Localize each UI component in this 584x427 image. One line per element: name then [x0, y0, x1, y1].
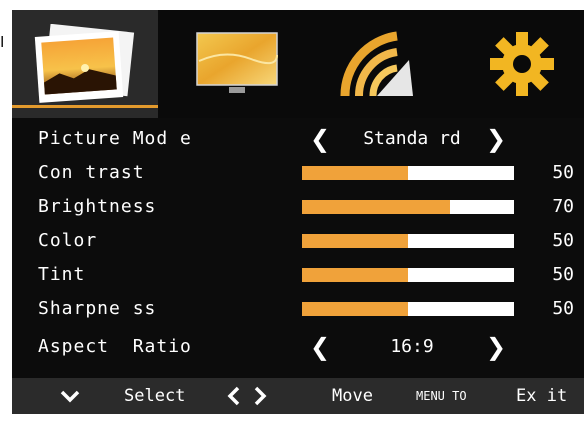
- brightness-slider-fill: [302, 200, 451, 214]
- chevron-left-right-icon: [224, 378, 270, 414]
- audio-signal-icon: [340, 31, 413, 97]
- footer-exit-label: Ex it: [516, 386, 568, 406]
- sharpness-label: Sharpne ss: [38, 298, 157, 319]
- osd-menu: Picture Mod e ❮ Standa rd ❯ Con trast 50…: [12, 10, 584, 414]
- contrast-slider-fill: [302, 166, 408, 180]
- contrast-label: Con trast: [38, 162, 145, 183]
- category-icon-bar: [12, 10, 584, 118]
- picture-mode-value: Standa rd: [363, 128, 461, 149]
- tab-screen[interactable]: [172, 10, 302, 118]
- chevron-right-icon[interactable]: ❯: [486, 122, 506, 156]
- footer-select-label: Select: [124, 386, 186, 406]
- contrast-row[interactable]: Con trast 50: [12, 156, 584, 190]
- chevron-left-icon[interactable]: ❮: [310, 330, 330, 364]
- contrast-value: 50: [552, 162, 574, 183]
- tint-label: Tint: [38, 264, 86, 285]
- color-row[interactable]: Color 50: [12, 224, 584, 258]
- aspect-ratio-value: 16:9: [390, 336, 434, 357]
- tint-row[interactable]: Tint 50: [12, 258, 584, 292]
- picture-mode-row[interactable]: Picture Mod e ❮ Standa rd ❯: [12, 122, 584, 156]
- chevron-down-icon: [58, 378, 82, 414]
- sharpness-slider[interactable]: [302, 302, 514, 316]
- footer-move-label: Move: [332, 386, 373, 406]
- color-slider[interactable]: [302, 234, 514, 248]
- brightness-row[interactable]: Brightness 70: [12, 190, 584, 224]
- aspect-ratio-label: Aspect Ratio: [38, 336, 192, 357]
- gear-icon: [490, 32, 554, 96]
- picture-mode-label: Picture Mod e: [38, 128, 192, 149]
- color-slider-fill: [302, 234, 408, 248]
- tab-audio[interactable]: [312, 10, 442, 118]
- chevron-right-icon[interactable]: ❯: [486, 330, 506, 364]
- brightness-label: Brightness: [38, 196, 157, 217]
- monitor-icon: [196, 32, 278, 93]
- tab-setup[interactable]: [457, 10, 584, 118]
- left-edge-text: I: [0, 33, 5, 51]
- sharpness-value: 50: [552, 298, 574, 319]
- tint-value: 50: [552, 264, 574, 285]
- chevron-left-icon[interactable]: ❮: [310, 122, 330, 156]
- aspect-ratio-row[interactable]: Aspect Ratio ❮ 16:9 ❯: [12, 330, 584, 364]
- footer-hint-bar: Select Move MENU TO Ex it: [12, 378, 584, 414]
- color-label: Color: [38, 230, 98, 251]
- footer-menu-label: MENU TO: [416, 389, 467, 403]
- color-value: 50: [552, 230, 574, 251]
- tint-slider[interactable]: [302, 268, 514, 282]
- brightness-value: 70: [552, 196, 574, 217]
- sharpness-slider-fill: [302, 302, 408, 316]
- tint-slider-fill: [302, 268, 408, 282]
- brightness-slider[interactable]: [302, 200, 514, 214]
- contrast-slider[interactable]: [302, 166, 514, 180]
- tab-picture[interactable]: [12, 10, 158, 118]
- picture-icon: [34, 24, 135, 103]
- active-tab-indicator: [12, 105, 158, 108]
- sharpness-row[interactable]: Sharpne ss 50: [12, 292, 584, 326]
